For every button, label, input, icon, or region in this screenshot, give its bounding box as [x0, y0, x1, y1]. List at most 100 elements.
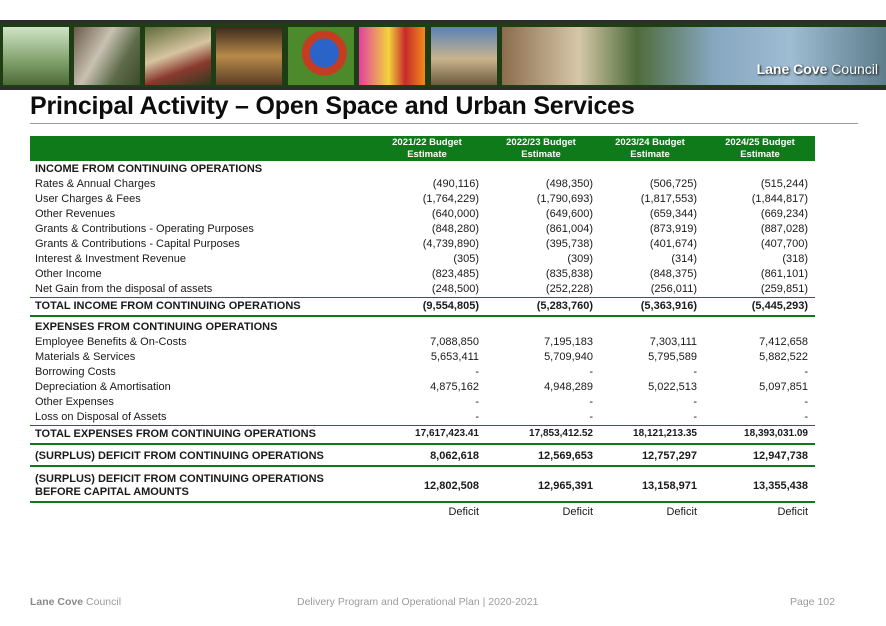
row-label: Grants & Contributions - Capital Purpose… [35, 238, 240, 250]
cell-value: (309) [567, 253, 593, 265]
column-header-2023-24: 2023/24 Budget Estimate [600, 137, 700, 161]
cell-value: (5,445,293) [751, 300, 808, 312]
cell-value: 17,853,412.52 [529, 428, 593, 439]
section-divider [30, 465, 815, 467]
row-label: Other Income [35, 268, 102, 280]
surplus-deficit-row: (SURPLUS) DEFICIT FROM CONTINUING OPERAT… [30, 449, 815, 464]
cell-value: 12,947,738 [752, 450, 808, 462]
result-label: Deficit [562, 506, 593, 518]
cell-value: 12,965,391 [537, 480, 593, 492]
cell-value: 13,158,971 [641, 480, 697, 492]
cell-value: 7,195,183 [544, 336, 593, 348]
footer-brand-bold: Lane Cove [30, 596, 84, 608]
cell-value: (395,738) [545, 238, 593, 250]
cell-value: - [804, 396, 808, 408]
result-row: Deficit Deficit Deficit Deficit [30, 505, 815, 520]
cell-value: (498,350) [545, 178, 593, 190]
result-label: Deficit [666, 506, 697, 518]
cell-value: (252,228) [545, 283, 593, 295]
cell-value: (835,838) [545, 268, 593, 280]
table-row: User Charges & Fees (1,764,229) (1,790,6… [30, 192, 815, 207]
column-header-line1: 2021/22 Budget [392, 137, 462, 148]
banner-photo-building [431, 27, 497, 85]
cell-value: (659,344) [649, 208, 697, 220]
cell-value: (848,375) [649, 268, 697, 280]
cell-value: - [693, 396, 697, 408]
cell-value: (314) [671, 253, 697, 265]
column-header-line2: Estimate [740, 149, 780, 160]
row-label: TOTAL EXPENSES FROM CONTINUING OPERATION… [35, 428, 316, 440]
table-row: Employee Benefits & On-Costs 7,088,850 7… [30, 335, 815, 350]
table-row: Materials & Services 5,653,411 5,709,940… [30, 350, 815, 365]
cell-value: 12,569,653 [537, 450, 593, 462]
total-income-row: TOTAL INCOME FROM CONTINUING OPERATIONS … [30, 299, 815, 314]
row-label: Net Gain from the disposal of assets [35, 283, 213, 295]
section-divider [30, 501, 815, 503]
table-row: Other Revenues (640,000) (649,600) (659,… [30, 207, 815, 222]
column-header-2024-25: 2024/25 Budget Estimate [710, 137, 810, 161]
cell-value: (848,280) [431, 223, 479, 235]
cell-value: (1,790,693) [536, 193, 593, 205]
cell-value: 5,097,851 [759, 381, 808, 393]
cell-value: (823,485) [431, 268, 479, 280]
column-header-line1: 2022/23 Budget [506, 137, 576, 148]
cell-value: (873,919) [649, 223, 697, 235]
cell-value: (4,739,890) [422, 238, 479, 250]
cell-value: (259,851) [760, 283, 808, 295]
cell-value: - [804, 366, 808, 378]
cell-value: - [693, 411, 697, 423]
cell-value: 18,121,213.35 [633, 428, 697, 439]
row-label: Employee Benefits & On-Costs [35, 336, 187, 348]
column-header-2022-23: 2022/23 Budget Estimate [491, 137, 591, 161]
section-divider [30, 315, 815, 317]
table-row: Other Expenses - - - - [30, 395, 815, 410]
table-row: Other Income (823,485) (835,838) (848,37… [30, 267, 815, 282]
cell-value: (256,011) [650, 283, 697, 295]
cell-value: (1,817,553) [640, 193, 697, 205]
table-row: Net Gain from the disposal of assets (24… [30, 282, 815, 297]
brand-light: Council [831, 61, 878, 77]
footer-document-title: Delivery Program and Operational Plan | … [297, 596, 539, 608]
cell-value: - [589, 411, 593, 423]
cell-value: 4,875,162 [430, 381, 479, 393]
cell-value: 5,795,589 [648, 351, 697, 363]
column-header-line2: Estimate [521, 149, 561, 160]
cell-value: 8,062,618 [430, 450, 479, 462]
row-label: Other Revenues [35, 208, 116, 220]
row-label-line1: (SURPLUS) DEFICIT FROM CONTINUING OPERAT… [35, 473, 324, 485]
cell-value: (887,028) [760, 223, 808, 235]
row-label: (SURPLUS) DEFICIT FROM CONTINUING OPERAT… [35, 473, 324, 499]
section-heading-label: EXPENSES FROM CONTINUING OPERATIONS [35, 321, 278, 333]
row-label: (SURPLUS) DEFICIT FROM CONTINUING OPERAT… [35, 450, 324, 462]
cell-value: (248,500) [431, 283, 479, 295]
header-banner: Lane Cove Council [0, 20, 886, 90]
column-header-line2: Estimate [407, 149, 447, 160]
cell-value: - [693, 366, 697, 378]
cell-value: - [475, 411, 479, 423]
brand-bold: Lane Cove [756, 61, 828, 77]
cell-value: 5,882,522 [759, 351, 808, 363]
title-divider [30, 123, 858, 124]
cell-value: - [475, 396, 479, 408]
expenses-section-heading: EXPENSES FROM CONTINUING OPERATIONS [30, 320, 815, 335]
column-header-line1: 2023/24 Budget [615, 137, 685, 148]
row-label: Loss on Disposal of Assets [35, 411, 167, 423]
cell-value: 4,948,289 [544, 381, 593, 393]
cell-value: 18,393,031.09 [744, 428, 808, 439]
result-label: Deficit [448, 506, 479, 518]
cell-value: (649,600) [545, 208, 593, 220]
surplus-before-capital-row: (SURPLUS) DEFICIT FROM CONTINUING OPERAT… [30, 473, 815, 498]
cell-value: 5,022,513 [648, 381, 697, 393]
cell-value: (515,244) [760, 178, 808, 190]
table-row: Interest & Investment Revenue (305) (309… [30, 252, 815, 267]
column-header-line1: 2024/25 Budget [725, 137, 795, 148]
cell-value: 7,088,850 [430, 336, 479, 348]
footer-page-number: Page 102 [790, 596, 835, 608]
banner-photo-park [3, 27, 69, 85]
row-label: Borrowing Costs [35, 366, 116, 378]
income-section-heading: INCOME FROM CONTINUING OPERATIONS [30, 162, 815, 177]
cell-value: 7,412,658 [759, 336, 808, 348]
row-label: TOTAL INCOME FROM CONTINUING OPERATIONS [35, 300, 301, 312]
row-label: Depreciation & Amortisation [35, 381, 171, 393]
banner-photo-night-street [216, 27, 282, 85]
